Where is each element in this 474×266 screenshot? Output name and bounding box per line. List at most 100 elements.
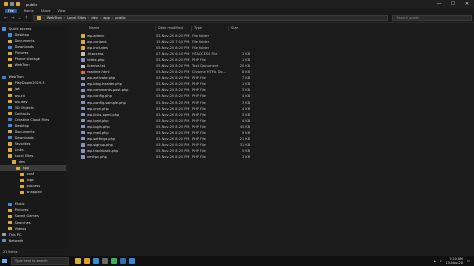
taskbar: Type here to search ▴ ♪ 7:10 AM 15-Nov-2… (0, 256, 474, 266)
column-name[interactable]: Name (87, 26, 99, 31)
desktop-icon (8, 33, 12, 37)
folder-icon (8, 57, 12, 61)
games-icon (8, 214, 12, 219)
taskbar-search-input[interactable]: Type here to search (11, 257, 69, 265)
sidebar-item[interactable]: Network (0, 238, 66, 244)
php-file-icon (81, 118, 85, 123)
folder-icon (8, 93, 12, 98)
tab-home[interactable]: Home (24, 9, 34, 13)
clock-date: 15-Nov-20 (445, 261, 463, 265)
tab-share[interactable]: Share (41, 9, 51, 13)
file-row[interactable]: xmlrpc.php 05-Nov-20 8:20 PM PHP File 3 KB (70, 154, 474, 160)
back-arrow-icon[interactable]: ← (4, 16, 8, 21)
folder-icon (16, 166, 20, 170)
breadcrumb-item[interactable]: app (103, 16, 110, 20)
quick-access-toolbar (4, 2, 20, 6)
notifications-icon[interactable]: ▭ (467, 259, 470, 263)
window-title: public (26, 1, 38, 7)
minimize-button[interactable]: — (432, 0, 446, 8)
folder-icon (8, 154, 12, 158)
title-bar: public — ☐ ✕ (0, 0, 474, 8)
php-file-icon (81, 149, 85, 153)
contacts-icon (8, 112, 12, 116)
file-rows: wp-admin 05-Nov-20 8:20 PM File folder wp-c… (70, 33, 474, 160)
network-icon[interactable]: ▴ (434, 259, 436, 263)
volume-icon[interactable]: ♪ (440, 259, 442, 263)
downloads-icon (8, 45, 12, 49)
system-tray: ▴ ♪ 7:10 AM 15-Nov-20 ▭ (434, 256, 470, 266)
php-file-icon (81, 143, 85, 147)
star-icon (2, 27, 6, 31)
file-type: PHP File (192, 154, 206, 159)
folder-icon (4, 2, 8, 6)
pc-icon (2, 233, 6, 237)
tab-file[interactable]: File (5, 9, 17, 13)
breadcrumb-item[interactable]: dev (91, 16, 97, 20)
breadcrumb-item[interactable]: public (115, 16, 126, 20)
new-folder-icon[interactable] (16, 2, 20, 6)
photoshop-icon[interactable] (120, 258, 126, 264)
sidebar-item-label: Network (8, 238, 24, 243)
music-icon (8, 202, 12, 206)
cloud-icon (8, 118, 12, 122)
search-input[interactable]: Search public (392, 14, 473, 22)
php-file-icon (81, 82, 85, 87)
mail-icon[interactable] (129, 258, 135, 264)
close-button[interactable]: ✕ (460, 0, 474, 8)
folder-icon (37, 16, 42, 20)
php-file-icon (81, 125, 85, 129)
desktop-icon (8, 124, 12, 128)
php-file-icon (81, 106, 85, 111)
php-file-icon (81, 112, 85, 117)
vscode-icon[interactable] (93, 258, 99, 264)
favorites-icon (8, 142, 12, 146)
chrome-icon[interactable] (84, 258, 90, 264)
php-file-icon (81, 88, 85, 93)
php-file-icon (81, 155, 85, 159)
column-type[interactable]: Type (191, 26, 202, 31)
file-explorer-icon[interactable] (75, 258, 81, 264)
documents-icon (8, 39, 12, 43)
start-button[interactable] (0, 256, 9, 266)
php-file-icon (81, 131, 85, 135)
clock[interactable]: 7:10 AM 15-Nov-20 (446, 257, 463, 265)
videos-icon (8, 226, 12, 231)
properties-icon[interactable] (10, 2, 14, 6)
folder-icon (81, 40, 85, 44)
forward-arrow-icon[interactable]: → (11, 16, 15, 21)
file-list: Name Date modified Type Size wp-admin 05-… (70, 24, 474, 256)
terminal-icon[interactable] (102, 258, 108, 264)
cube-icon (8, 106, 12, 110)
folder-icon (12, 160, 16, 164)
html-file-icon (81, 70, 85, 74)
php-file-icon (81, 58, 85, 62)
breadcrumb-item[interactable]: Local Sites (67, 16, 86, 20)
chevron-down-icon[interactable]: ⌄ (18, 16, 22, 21)
folder-icon (81, 46, 85, 50)
folder-icon (20, 172, 24, 176)
pictures-icon (8, 51, 12, 55)
breadcrumb[interactable]: › WebTron › Local Sites › dev › app › pu… (33, 14, 389, 22)
txt-file-icon (81, 52, 85, 56)
up-arrow-icon[interactable]: ↑ (25, 16, 29, 21)
file-name: xmlrpc.php (87, 154, 107, 159)
navigation-pane: Quick access Desktop Documents Downloads Pic… (0, 26, 66, 256)
tab-view[interactable]: View (58, 9, 66, 13)
column-headers: Name Date modified Type Size (70, 24, 474, 32)
folder-icon (81, 34, 85, 38)
documents-icon (8, 130, 12, 134)
maximize-button[interactable]: ☐ (446, 0, 460, 8)
column-date-modified[interactable]: Date modified (155, 26, 183, 31)
links-icon (8, 148, 12, 152)
spotify-icon[interactable] (111, 258, 117, 264)
nav-buttons: ← → ⌄ ↑ (0, 16, 28, 21)
window-controls: — ☐ ✕ (432, 0, 474, 8)
sidebar-item-label: snapped (26, 190, 42, 195)
file-size: 3 KB (241, 154, 250, 159)
column-size[interactable]: Size (228, 26, 238, 31)
windows-logo-icon (2, 258, 7, 264)
folder-icon (20, 190, 24, 194)
breadcrumb-item[interactable]: WebTron (47, 16, 62, 20)
file-date: 05-Nov-20 8:20 PM (156, 154, 190, 159)
php-file-icon (81, 76, 85, 81)
